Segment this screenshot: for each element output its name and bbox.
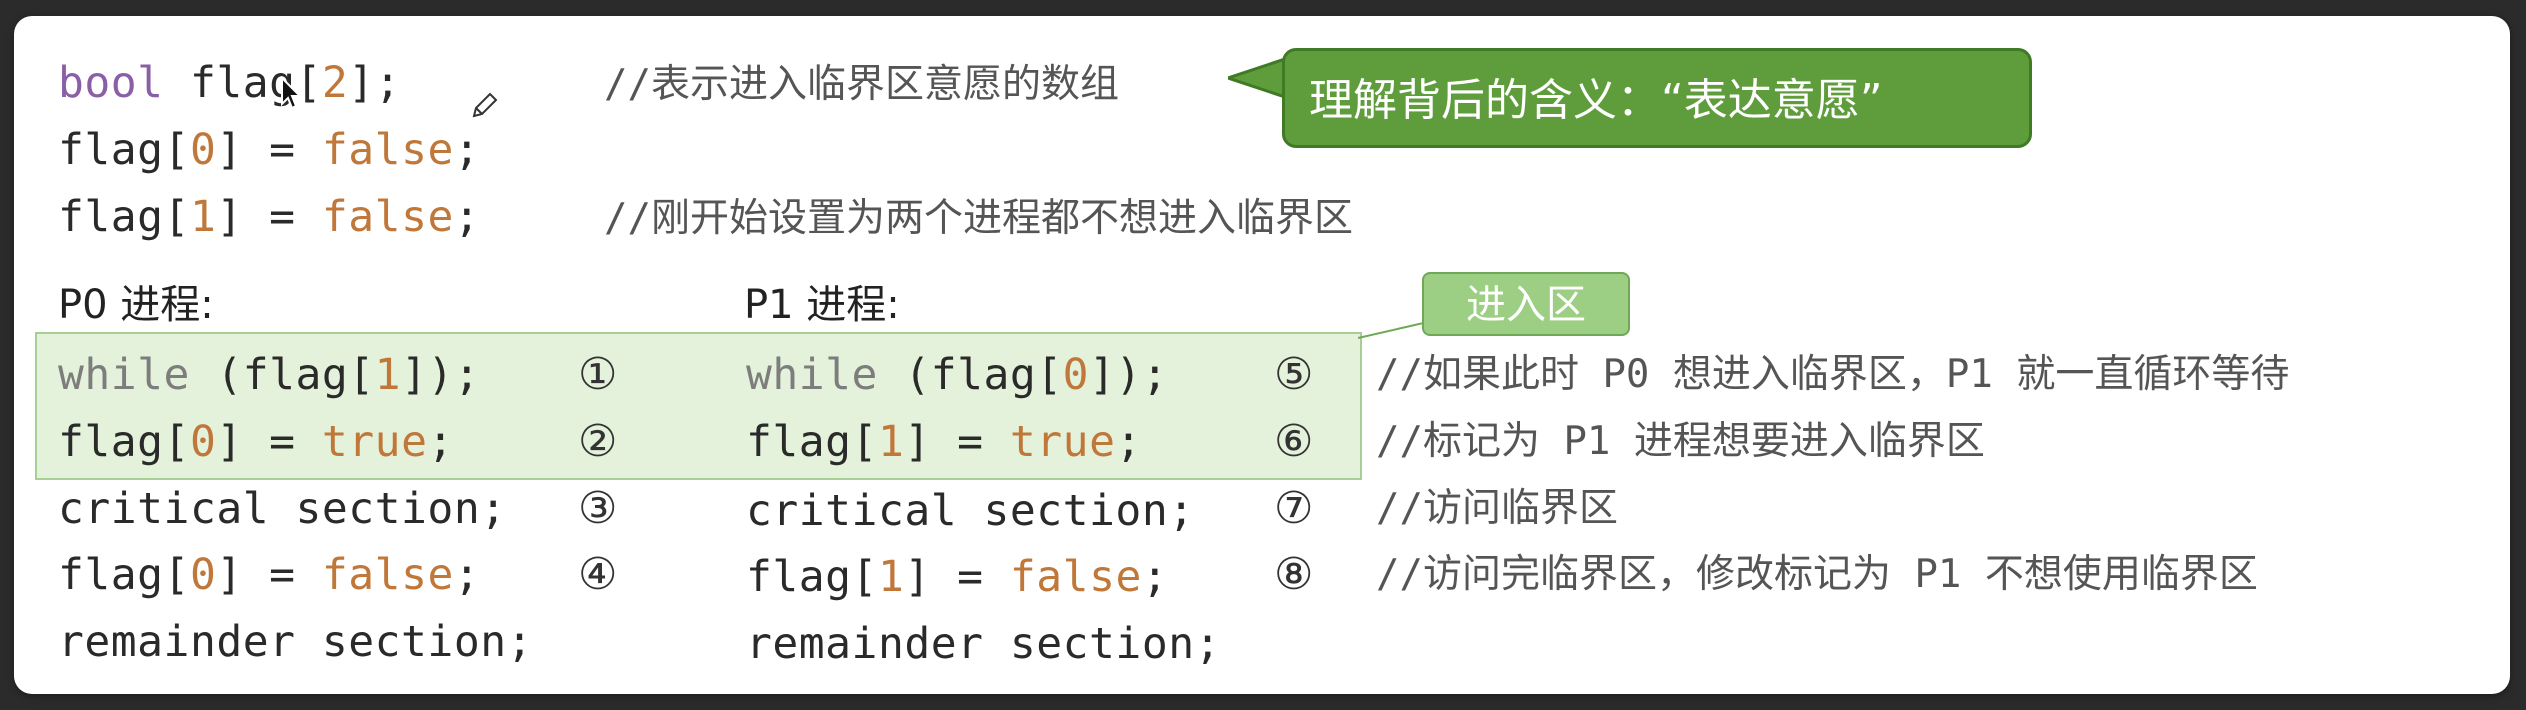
entry-section-tag: 进入区 [1422,272,1630,336]
p0-process-label: P0 进程: [58,282,214,328]
p1-process-label: P1 进程: [744,282,900,328]
code-line-flag-declaration: bool flag[2]; [58,58,402,108]
p0-set-flag-line: flag[0] = true; [58,417,454,467]
p0-critical-section-line: critical section; [58,484,507,534]
comment-while-wait: //如果此时 P0 想进入临界区，P1 就一直循环等待 [1376,352,2290,397]
step-5-marker: ⑤ [1274,349,1314,400]
p1-set-flag-line: flag[1] = true; [746,417,1142,467]
comment-set-flag: //标记为 P1 进程想要进入临界区 [1376,419,1985,464]
pencil-icon [472,92,498,118]
p1-while-line: while (flag[0]); [746,350,1169,400]
step-6-marker: ⑥ [1274,416,1314,467]
step-1-marker: ① [578,349,618,400]
step-2-marker: ② [578,416,618,467]
mouse-cursor-icon [281,76,303,110]
p1-remainder-section-line: remainder section; [746,619,1221,669]
step-7-marker: ⑦ [1274,483,1314,534]
p0-while-line: while (flag[1]); [58,350,481,400]
p0-reset-flag-line: flag[0] = false; [58,550,481,600]
step-4-marker: ④ [578,549,618,600]
comment-reset-flag: //访问完临界区，修改标记为 P1 不想使用临界区 [1376,552,2258,597]
comment-initial-state: //刚开始设置为两个进程都不想进入临界区 [604,196,1353,241]
callout-meaning: 理解背后的含义：“表达意愿” [1282,48,2032,148]
keyword-bool: bool [58,58,164,108]
code-line-flag1-init: flag[1] = false; [58,192,481,242]
code-line-flag0-init: flag[0] = false; [58,125,481,175]
comment-flag-array: //表示进入临界区意愿的数组 [604,62,1119,107]
tag-connector [1358,321,1428,339]
step-8-marker: ⑧ [1274,549,1314,600]
p1-critical-section-line: critical section; [746,486,1195,536]
p0-remainder-section-line: remainder section; [58,617,533,667]
p1-reset-flag-line: flag[1] = false; [746,552,1169,602]
callout-pointer-icon [1228,58,1288,98]
step-3-marker: ③ [578,483,618,534]
comment-access-critical: //访问临界区 [1376,486,1618,531]
